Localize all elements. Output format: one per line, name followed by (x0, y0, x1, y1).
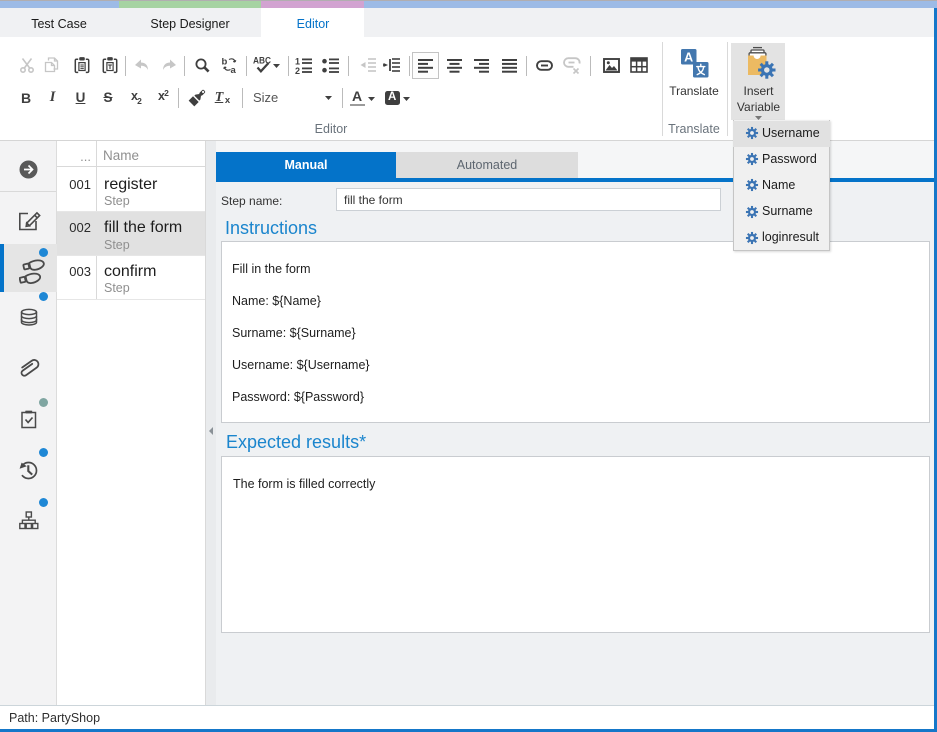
svg-text:a: a (231, 65, 237, 75)
svg-text:A: A (684, 51, 693, 65)
svg-text:b: b (222, 57, 228, 68)
svg-text:2: 2 (295, 66, 300, 75)
svg-text:1: 1 (295, 57, 300, 67)
